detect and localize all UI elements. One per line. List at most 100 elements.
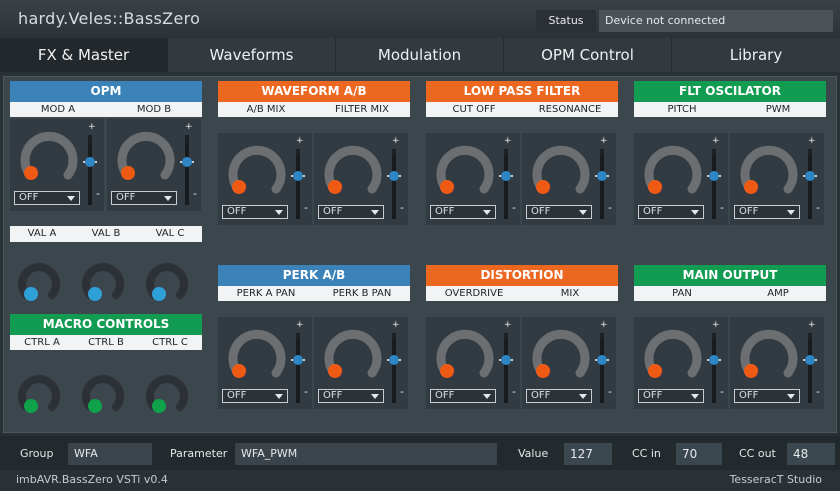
knob-opm-mod-a[interactable] — [14, 125, 84, 189]
mode-dropdown[interactable]: OFF — [638, 389, 704, 403]
minus-sign: - — [400, 385, 404, 398]
section-sublabels: OVERDRIVE MIX — [426, 286, 618, 301]
knob-waveform-a[interactable] — [222, 139, 292, 203]
mode-dropdown[interactable]: OFF — [430, 389, 496, 403]
out-b: + - OFF — [730, 317, 824, 409]
mode-dropdown[interactable]: OFF — [111, 191, 177, 205]
plus-sign: + — [600, 320, 608, 330]
level-slider[interactable] — [180, 135, 194, 205]
mode-dropdown[interactable]: OFF — [318, 205, 384, 219]
level-slider[interactable] — [595, 333, 609, 403]
mode-dropdown[interactable]: OFF — [222, 389, 288, 403]
dropdown-value: OFF — [323, 390, 343, 401]
level-slider[interactable] — [499, 149, 513, 219]
chevron-down-icon — [371, 394, 379, 399]
tab-fx-master[interactable]: FX & Master — [0, 38, 168, 72]
knob-out-a[interactable] — [638, 323, 708, 387]
dropdown-value: OFF — [116, 192, 136, 203]
mode-dropdown[interactable]: OFF — [734, 389, 800, 403]
knob-ctrl-b[interactable] — [78, 369, 128, 419]
value-field[interactable]: 127 — [564, 443, 612, 465]
lpf-a: + - OFF — [426, 133, 520, 225]
knob-perk-a[interactable] — [222, 323, 292, 387]
mode-dropdown[interactable]: OFF — [318, 389, 384, 403]
level-slider[interactable] — [803, 333, 817, 403]
label-amp: AMP — [767, 288, 789, 299]
knob-waveform-b[interactable] — [318, 139, 388, 203]
plus-sign: + — [296, 320, 304, 330]
level-slider[interactable] — [707, 149, 721, 219]
cc-out-field[interactable]: 48 — [787, 443, 835, 465]
plus-sign: + — [504, 320, 512, 330]
footer-studio: TesseracT Studio — [729, 473, 822, 486]
level-slider[interactable] — [707, 333, 721, 403]
tab-library[interactable]: Library — [672, 38, 840, 72]
section-sublabels: MOD A MOD B — [10, 102, 202, 117]
tab-waveforms[interactable]: Waveforms — [168, 38, 336, 72]
minus-sign: - — [608, 385, 612, 398]
level-slider[interactable] — [499, 333, 513, 403]
level-slider[interactable] — [83, 135, 97, 205]
label-filter-mix: FILTER MIX — [335, 104, 389, 115]
cc-in-field[interactable]: 70 — [676, 443, 722, 465]
knob-val-a[interactable] — [14, 257, 64, 307]
label-overdrive: OVERDRIVE — [444, 288, 504, 299]
knob-flt-a[interactable] — [638, 139, 708, 203]
mode-dropdown[interactable]: OFF — [222, 205, 288, 219]
label-ctrl-b: CTRL B — [88, 337, 124, 348]
plus-sign: + — [712, 320, 720, 330]
knob-flt-b[interactable] — [734, 139, 804, 203]
level-slider[interactable] — [291, 333, 305, 403]
plus-sign: + — [392, 136, 400, 146]
parameter-field[interactable]: WFA_PWM — [235, 443, 497, 465]
knob-val-b[interactable] — [78, 257, 128, 307]
plus-sign: + — [88, 122, 96, 132]
mode-dropdown[interactable]: OFF — [638, 205, 704, 219]
opm-mod-a: + - OFF — [10, 119, 104, 211]
minus-sign: - — [193, 187, 197, 200]
knob-lpf-b[interactable] — [526, 139, 596, 203]
title-bar: hardy.Veles::BassZero Status Device not … — [0, 0, 840, 38]
chevron-down-icon — [164, 196, 172, 201]
level-slider[interactable] — [803, 149, 817, 219]
mode-dropdown[interactable]: OFF — [430, 205, 496, 219]
cc-in-label: CC in — [632, 447, 661, 460]
section-sublabels: CTRL A CTRL B CTRL C — [10, 335, 202, 350]
mode-dropdown[interactable]: OFF — [14, 191, 80, 205]
level-slider[interactable] — [291, 149, 305, 219]
val-labels: VAL A VAL B VAL C — [10, 226, 202, 242]
knob-out-b[interactable] — [734, 323, 804, 387]
label-pwm: PWM — [765, 104, 791, 115]
knob-dist-a[interactable] — [430, 323, 500, 387]
mode-dropdown[interactable]: OFF — [526, 205, 592, 219]
level-slider[interactable] — [387, 333, 401, 403]
knob-ctrl-a[interactable] — [14, 369, 64, 419]
knob-perk-b[interactable] — [318, 323, 388, 387]
dropdown-value: OFF — [435, 206, 455, 217]
tab-modulation[interactable]: Modulation — [336, 38, 504, 72]
mode-dropdown[interactable]: OFF — [526, 389, 592, 403]
section-title: LOW PASS FILTER — [426, 81, 618, 102]
knob-dist-b[interactable] — [526, 323, 596, 387]
footer-version: imbAVR.BassZero VSTi v0.4 — [16, 473, 168, 486]
section-macro-controls: MACRO CONTROLS CTRL A CTRL B CTRL C — [10, 314, 202, 350]
minus-sign: - — [304, 201, 308, 214]
dropdown-value: OFF — [227, 390, 247, 401]
dropdown-value: OFF — [227, 206, 247, 217]
knob-val-c[interactable] — [142, 257, 192, 307]
chevron-down-icon — [579, 210, 587, 215]
section-sublabels: PITCH PWM — [634, 102, 826, 117]
group-field[interactable]: WFA — [68, 443, 152, 465]
tab-opm-control[interactable]: OPM Control — [504, 38, 672, 72]
level-slider[interactable] — [595, 149, 609, 219]
dropdown-value: OFF — [643, 390, 663, 401]
knob-ctrl-c[interactable] — [142, 369, 192, 419]
main-panel: OPM MOD A MOD B WAVEFORM A/B A/B MIX FIL… — [3, 76, 837, 433]
knob-opm-mod-b[interactable] — [111, 125, 181, 189]
mode-dropdown[interactable]: OFF — [734, 205, 800, 219]
level-slider[interactable] — [387, 149, 401, 219]
value-label: Value — [518, 447, 549, 460]
cc-out-label: CC out — [739, 447, 776, 460]
knob-lpf-a[interactable] — [430, 139, 500, 203]
section-sublabels: PERK A PAN PERK B PAN — [218, 286, 410, 301]
